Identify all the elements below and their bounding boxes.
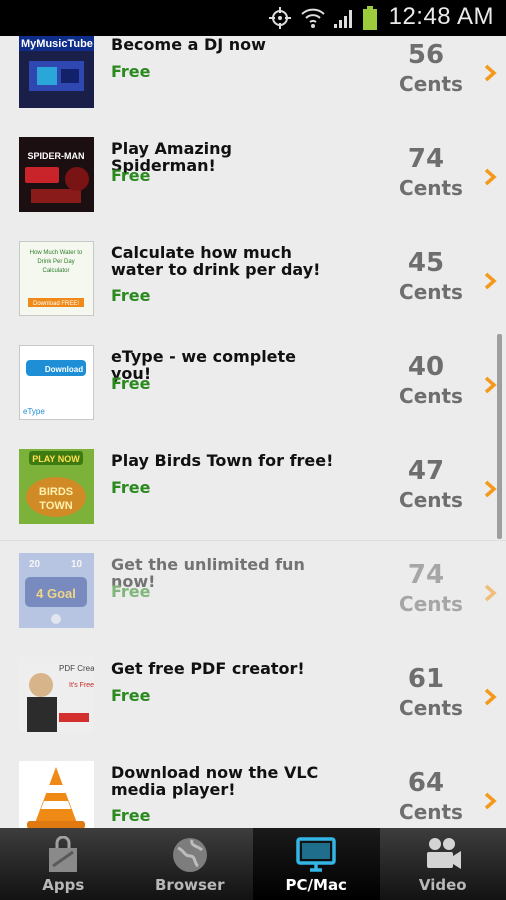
video-camera-icon bbox=[426, 838, 461, 869]
svg-text:How Much Water to: How Much Water to bbox=[30, 250, 83, 256]
offer-thumbnail bbox=[19, 761, 94, 828]
apps-icon bbox=[49, 836, 77, 872]
svg-text:It's Free!: It's Free! bbox=[69, 682, 94, 689]
offer-thumbnail: PDF Creator It's Free! bbox=[19, 657, 94, 732]
offer-price: Free bbox=[111, 62, 151, 81]
svg-text:BIRDS: BIRDS bbox=[39, 486, 73, 498]
offer-row[interactable]: PDF Creator It's Free! Get free PDF crea… bbox=[0, 644, 506, 749]
tab-browser[interactable]: Browser bbox=[127, 828, 254, 900]
offer-row[interactable]: SPIDER-MAN Play Amazing Spiderman! Free … bbox=[0, 124, 506, 229]
chevron-right-icon[interactable] bbox=[482, 480, 498, 498]
svg-text:Download: Download bbox=[45, 365, 83, 374]
offer-price: Free bbox=[111, 286, 151, 305]
chevron-right-icon[interactable] bbox=[482, 376, 498, 394]
offer-cost-unit: Cents bbox=[399, 696, 463, 720]
tab-label: PC/Mac bbox=[285, 876, 347, 894]
offer-cost: 74 bbox=[407, 560, 445, 590]
offer-thumb-text: eType bbox=[23, 407, 45, 416]
tab-apps[interactable]: Apps bbox=[0, 828, 127, 900]
offer-price: Free bbox=[111, 478, 151, 497]
tab-label: Apps bbox=[42, 876, 85, 894]
tab-pc-mac[interactable]: PC/Mac bbox=[253, 828, 380, 900]
offer-row[interactable]: MyMusicTube Become a DJ now Free 56 Cent… bbox=[0, 36, 506, 125]
chevron-right-icon[interactable] bbox=[482, 64, 498, 82]
battery-icon bbox=[363, 6, 377, 30]
offer-row[interactable]: Download eType eType - we complete you! … bbox=[0, 332, 506, 437]
offer-cost: 45 bbox=[407, 248, 445, 278]
offer-thumbnail: How Much Water to Drink Per Day Calculat… bbox=[19, 241, 94, 316]
tab-video[interactable]: Video bbox=[380, 828, 506, 900]
offer-thumbnail: Download eType bbox=[19, 345, 94, 420]
offer-cost-unit: Cents bbox=[399, 280, 463, 304]
offer-thumbnail: SPIDER-MAN bbox=[19, 137, 94, 212]
tab-label: Video bbox=[418, 876, 467, 894]
offer-price: Free bbox=[111, 806, 151, 825]
offer-row[interactable]: Download now the VLC media player! Free … bbox=[0, 748, 506, 828]
offer-cost: 74 bbox=[407, 144, 445, 174]
svg-text:20: 20 bbox=[29, 559, 41, 570]
offer-thumb-text: PLAY NOW bbox=[32, 454, 80, 464]
offer-title: Calculate how much water to drink per da… bbox=[111, 243, 321, 279]
status-bar: 12:48 AM bbox=[0, 0, 506, 36]
offer-row[interactable]: PLAY NOW BIRDS TOWN Play Birds Town for … bbox=[0, 436, 506, 541]
scrollbar[interactable] bbox=[497, 334, 502, 539]
offer-cost-unit: Cents bbox=[399, 72, 463, 96]
offer-cost-unit: Cents bbox=[399, 488, 463, 512]
offer-price: Free bbox=[111, 166, 151, 185]
offer-title: Download now the VLC media player! bbox=[111, 763, 319, 799]
offer-cost: 47 bbox=[407, 456, 445, 486]
svg-text:Download FREE!: Download FREE! bbox=[33, 301, 79, 307]
chevron-right-icon[interactable] bbox=[482, 584, 498, 602]
offer-cost: 56 bbox=[407, 40, 445, 70]
wifi-icon bbox=[301, 8, 325, 28]
offer-title: Get free PDF creator! bbox=[111, 659, 305, 678]
svg-text:10: 10 bbox=[71, 559, 83, 570]
bottom-tab-bar: Apps Browser PC/Mac Video bbox=[0, 828, 506, 900]
svg-text:TOWN: TOWN bbox=[39, 500, 72, 512]
chevron-right-icon[interactable] bbox=[482, 272, 498, 290]
offer-cost-unit: Cents bbox=[399, 800, 463, 824]
offer-title: Play Birds Town for free! bbox=[111, 451, 334, 470]
svg-text:Calculator: Calculator bbox=[42, 268, 69, 274]
status-icons bbox=[266, 6, 378, 30]
offer-thumb-text: MyMusicTube bbox=[21, 38, 93, 50]
offer-cost-unit: Cents bbox=[399, 176, 463, 200]
offer-thumbnail: PLAY NOW BIRDS TOWN bbox=[19, 449, 94, 524]
offer-row[interactable]: How Much Water to Drink Per Day Calculat… bbox=[0, 228, 506, 333]
offer-cost: 64 bbox=[407, 768, 445, 798]
tab-label: Browser bbox=[155, 876, 225, 894]
status-time: 12:48 AM bbox=[388, 3, 494, 30]
offer-cost-unit: Cents bbox=[399, 384, 463, 408]
offer-cost-unit: Cents bbox=[399, 592, 463, 616]
offer-list[interactable]: MyMusicTube Become a DJ now Free 56 Cent… bbox=[0, 36, 506, 828]
offer-thumb-text: SPIDER-MAN bbox=[27, 151, 84, 161]
offer-thumbnail: 20 10 4 Goal bbox=[19, 553, 94, 628]
vlc-cone-icon bbox=[19, 761, 94, 828]
globe-icon bbox=[172, 838, 207, 872]
svg-text:Drink Per Day: Drink Per Day bbox=[37, 259, 74, 265]
offer-thumb-text: 4 Goal bbox=[36, 586, 76, 601]
signal-icon bbox=[334, 10, 352, 28]
offer-row[interactable]: 20 10 4 Goal Get the unlimited fun now! … bbox=[0, 540, 506, 645]
offer-price: Free bbox=[111, 686, 151, 705]
chevron-right-icon[interactable] bbox=[482, 792, 498, 810]
offer-price: Free bbox=[111, 374, 151, 393]
offer-cost: 40 bbox=[407, 352, 445, 382]
monitor-icon bbox=[296, 837, 336, 872]
offer-title: Become a DJ now bbox=[111, 36, 266, 54]
offer-price: Free bbox=[111, 582, 151, 601]
chevron-right-icon[interactable] bbox=[482, 688, 498, 706]
gps-icon bbox=[269, 7, 291, 29]
offer-cost: 61 bbox=[407, 664, 445, 694]
offer-thumb-text: PDF Creator bbox=[59, 664, 94, 673]
offer-thumbnail: MyMusicTube bbox=[19, 36, 94, 108]
chevron-right-icon[interactable] bbox=[482, 168, 498, 186]
